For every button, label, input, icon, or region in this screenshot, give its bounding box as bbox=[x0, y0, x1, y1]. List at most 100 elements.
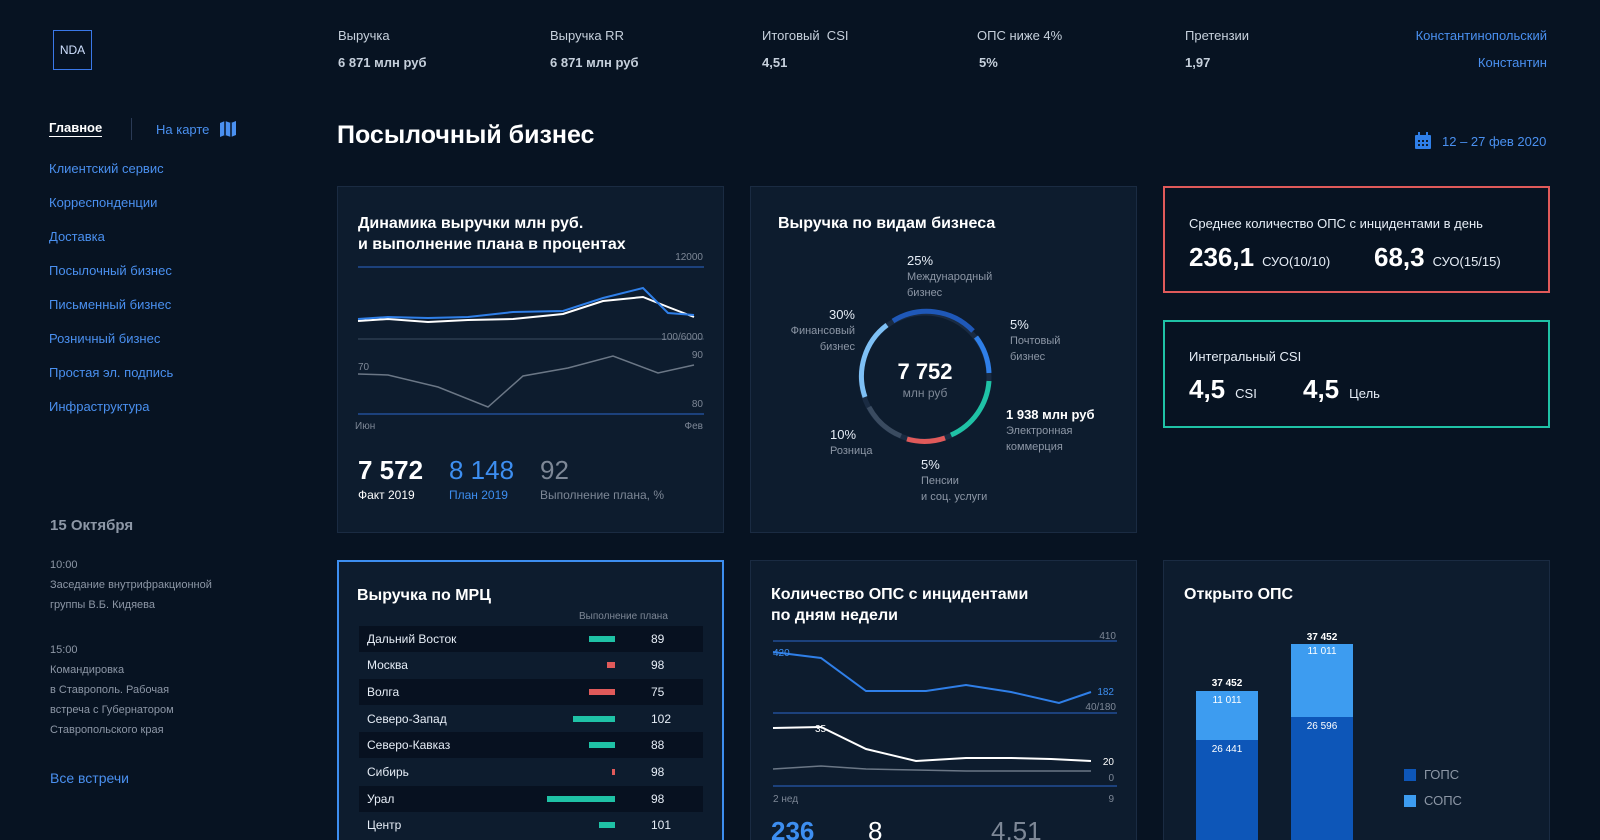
row-value: 98 bbox=[651, 658, 665, 672]
row-value: 98 bbox=[651, 765, 665, 779]
row-name: Центр bbox=[367, 818, 402, 832]
ops-incidents-weekday-card[interactable]: Количество ОПС с инцидентами по дням нед… bbox=[750, 560, 1137, 840]
center-value: 7 752 bbox=[897, 359, 953, 384]
legend-label: СОПС bbox=[1424, 793, 1462, 808]
avg-incidents-card[interactable]: Среднее количество ОПС с инцидентами в д… bbox=[1163, 186, 1550, 293]
sidebar-item-letter-business[interactable]: Письменный бизнес bbox=[49, 296, 173, 330]
donut-segment-retail bbox=[866, 405, 903, 439]
metric-value: 8 bbox=[868, 816, 883, 840]
user-profile[interactable]: Константинопольский Константин bbox=[1416, 28, 1547, 70]
table-row[interactable]: Урал 98 bbox=[359, 786, 703, 812]
business-types-card[interactable]: Выручка по видам бизнеса 7 752 млн руб 2… bbox=[750, 186, 1137, 533]
revenue-dynamics-card[interactable]: Динамика выручки млн руб. и выполнение п… bbox=[337, 186, 724, 533]
table-row[interactable]: Северо-Кавказ 88 bbox=[359, 732, 703, 758]
axis-label: 420 bbox=[773, 648, 790, 659]
table-row[interactable]: Дальний Восток 89 bbox=[359, 626, 703, 652]
all-meetings-link[interactable]: Все встречи bbox=[50, 770, 129, 786]
ops-incidents-line-chart bbox=[772, 640, 1117, 787]
segment-name: Финансовый bbox=[790, 325, 855, 337]
table-row[interactable]: Центр 101 bbox=[359, 812, 703, 838]
row-value: 102 bbox=[651, 712, 672, 726]
metric-value: 236,1 bbox=[1189, 242, 1255, 272]
axis-label: 70 bbox=[358, 362, 370, 373]
segment-name: Электронная bbox=[1006, 425, 1073, 437]
sidebar-item-delivery[interactable]: Доставка bbox=[49, 228, 173, 262]
user-first-name[interactable]: Константин bbox=[1416, 55, 1547, 70]
segment-label-pensions: 5% Пенсии и соц. услуги bbox=[921, 457, 987, 505]
sidebar-item-retail-business[interactable]: Розничный бизнес bbox=[49, 330, 173, 364]
sidebar-item-infrastructure[interactable]: Инфраструктура bbox=[49, 398, 173, 432]
open-ops-card[interactable]: Открыто ОПС 37 452 11 011 26 441 37 452 … bbox=[1163, 560, 1550, 840]
card-title: Среднее количество ОПС с инцидентами в д… bbox=[1189, 216, 1483, 231]
metric-label: СУО(15/15) bbox=[1432, 254, 1501, 269]
metric-value: 4,51 bbox=[991, 816, 1042, 840]
row-bar bbox=[573, 716, 615, 722]
logo[interactable]: NDA bbox=[53, 30, 92, 70]
incidents-line bbox=[772, 651, 1092, 705]
date-range-picker[interactable]: 12 – 27 фев 2020 bbox=[1414, 132, 1546, 150]
legend-item-sops: СОПС bbox=[1404, 793, 1462, 808]
kpi-value: 6 871 млн руб bbox=[338, 55, 427, 70]
card-title: Выручка по видам бизнеса bbox=[778, 215, 996, 232]
axis-label: 2 нед bbox=[773, 794, 799, 805]
nav-main-tab[interactable]: Главное bbox=[49, 120, 103, 137]
center-unit: млн руб bbox=[902, 386, 948, 400]
table-row[interactable]: Москва 98 bbox=[359, 652, 703, 678]
metric-value: 4,5 bbox=[1303, 374, 1340, 404]
sidebar-item-client-service[interactable]: Клиентский сервис bbox=[49, 160, 173, 194]
kpi-value: 6 871 млн руб bbox=[550, 55, 639, 70]
segment-pct: 25% bbox=[907, 253, 934, 268]
calendar-event[interactable]: 15:00 Командировка в Ставрополь. Рабочая… bbox=[50, 644, 174, 740]
csi-card[interactable]: Интегральный CSI 4,5 CSI 4,5 Цель bbox=[1163, 320, 1550, 428]
revenue-line-chart bbox=[357, 266, 704, 415]
event-time: 10:00 bbox=[50, 559, 78, 571]
table-row[interactable]: Сибирь 98 bbox=[359, 759, 703, 785]
legend-item-gops: ГОПС bbox=[1404, 767, 1459, 782]
bar-total-label: 37 452 bbox=[1306, 632, 1338, 643]
kpi-revenue: Выручка 6 871 млн руб bbox=[338, 28, 427, 70]
performance-kpi: 92 Выполнение плана, % bbox=[540, 455, 664, 502]
kpi-csi: Итоговый CSI 4,51 bbox=[762, 28, 848, 70]
event-time: 15:00 bbox=[50, 644, 78, 656]
axis-label: Фев bbox=[684, 421, 703, 432]
csi-target-metric: 4,5 Цель bbox=[1303, 374, 1380, 405]
row-bar bbox=[599, 822, 615, 828]
segment-label-ecommerce: 1 938 млн руб Электронная коммерция bbox=[1006, 407, 1095, 455]
sidebar-item-e-signature[interactable]: Простая эл. подпись bbox=[49, 364, 173, 398]
card-title: Открыто ОПС bbox=[1184, 586, 1294, 603]
segment-pct: 5% bbox=[921, 457, 940, 472]
sidebar-item-correspondence[interactable]: Корреспонденции bbox=[49, 194, 173, 228]
metric-value: 236 bbox=[771, 816, 815, 840]
kpi-claims: Претензии 1,97 bbox=[1185, 28, 1249, 70]
row-bar bbox=[612, 769, 615, 775]
table-row[interactable]: Волга 75 bbox=[359, 679, 703, 705]
bar-segment-value: 26 441 bbox=[1211, 744, 1243, 755]
segment-label-financial: 30% Финансовый бизнес bbox=[785, 307, 855, 355]
row-bar bbox=[589, 636, 615, 642]
map-icon bbox=[220, 121, 237, 137]
row-bar bbox=[589, 742, 615, 748]
mrc-revenue-card[interactable]: Выручка по МРЦ Выполнение плана Дальний … bbox=[337, 560, 724, 840]
row-bar bbox=[547, 796, 615, 802]
kpi-value: 5% bbox=[979, 55, 998, 70]
user-last-name[interactable]: Константинопольский bbox=[1416, 28, 1547, 43]
bar-segment-gops: 26 441 bbox=[1196, 740, 1258, 840]
card-title: Выручка по МРЦ bbox=[357, 587, 491, 604]
nav-map-label: На карте bbox=[156, 121, 210, 137]
kpi-label: Выручка RR bbox=[550, 28, 624, 43]
axis-label: 90 bbox=[691, 350, 703, 361]
row-value: 101 bbox=[651, 818, 672, 832]
legend-label: ГОПС bbox=[1424, 767, 1460, 782]
kpi-value: 4,51 bbox=[762, 55, 788, 70]
calendar-event[interactable]: 10:00 Заседание внутрифракционной группы… bbox=[50, 559, 212, 615]
event-line: в Ставрополь. Рабочая bbox=[50, 684, 170, 696]
sidebar-item-parcel-business[interactable]: Посылочный бизнес bbox=[49, 262, 173, 296]
nav-map-tab[interactable]: На карте bbox=[156, 121, 237, 137]
row-value: 88 bbox=[651, 738, 665, 752]
axis-label: 20 bbox=[1102, 757, 1114, 768]
segment-pct: 30% bbox=[828, 307, 855, 322]
axis-label: 9 bbox=[1108, 794, 1114, 805]
segment-pct: 10% bbox=[830, 427, 857, 442]
table-row[interactable]: Северо-Запад 102 bbox=[359, 706, 703, 732]
axis-label: 35 bbox=[815, 724, 827, 735]
